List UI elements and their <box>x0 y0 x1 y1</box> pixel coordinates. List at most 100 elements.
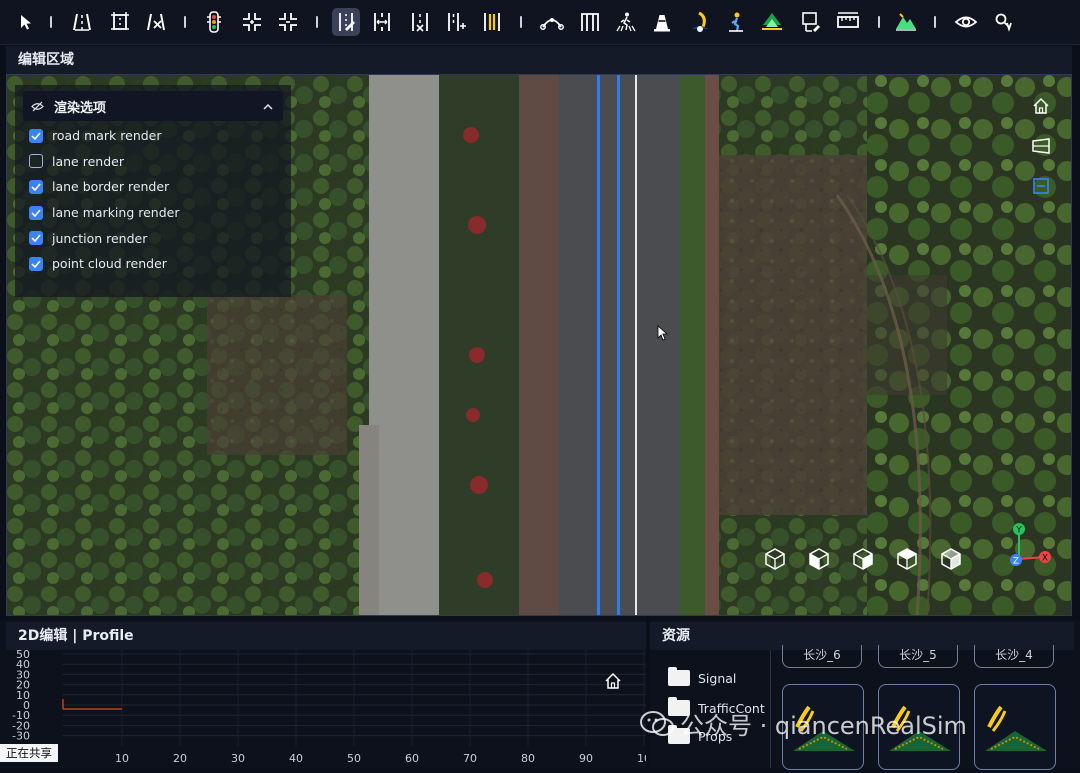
x-tick-label: 30 <box>231 752 245 765</box>
watermark-text: 公众号 · qiancenRealSim <box>680 712 967 740</box>
editor-area-header: 编辑区域 <box>6 46 1072 74</box>
resource-tag[interactable]: 长沙_4 <box>974 645 1054 668</box>
wechat-icon <box>640 710 674 738</box>
profile-home-icon[interactable] <box>604 672 622 694</box>
view-cube-back-icon[interactable] <box>939 547 963 571</box>
junction-add-icon[interactable] <box>238 8 266 36</box>
traffic-light-icon[interactable] <box>200 8 228 36</box>
checkbox-checked[interactable] <box>29 179 43 194</box>
axis-z-label: Z <box>1013 557 1019 567</box>
x-tick-label: 90 <box>579 752 593 765</box>
measure-icon[interactable] <box>834 8 862 36</box>
lane-width-icon[interactable] <box>368 8 396 36</box>
visibility-eye-icon[interactable] <box>952 8 980 36</box>
toolbar-separator <box>50 16 52 28</box>
toolbar-separator <box>934 16 936 28</box>
vegetation-icon[interactable] <box>758 8 786 36</box>
x-tick-label: 10 <box>637 752 646 765</box>
render-options-panel: 渲染选项 road mark render lane render lane b… <box>15 85 291 297</box>
checkbox-checked[interactable] <box>29 231 43 246</box>
traffic-cone-icon[interactable] <box>648 8 676 36</box>
eye-off-icon <box>31 101 44 112</box>
home-icon[interactable] <box>1029 97 1053 137</box>
main-toolbar <box>0 0 1080 45</box>
sign-edit-icon[interactable] <box>796 8 824 36</box>
map-viewport[interactable]: 渲染选项 road mark render lane render lane b… <box>6 74 1072 616</box>
perspective-view-icon[interactable] <box>1029 137 1053 177</box>
option-label: junction render <box>52 230 148 246</box>
checkbox-checked[interactable] <box>29 256 43 271</box>
toolbar-separator <box>184 16 186 28</box>
lane-border-line[interactable] <box>597 75 600 615</box>
view-cube-icon[interactable] <box>763 547 787 571</box>
lane-marking-icon[interactable] <box>478 8 506 36</box>
profile-header: 2D编辑 | Profile <box>6 622 646 650</box>
lane-edit-icon[interactable] <box>332 8 360 36</box>
toolbar-separator <box>520 16 522 28</box>
profile-panel: 2D编辑 | Profile 50 40 30 20 10 0 -10 -20 -30 10 20 3… <box>0 620 646 768</box>
x-tick-label: 20 <box>173 752 187 765</box>
checkbox-checked[interactable] <box>29 205 43 220</box>
road-icon[interactable] <box>68 8 96 36</box>
lane-split-icon[interactable] <box>406 8 434 36</box>
screen-sharing-badge: 正在共享 <box>0 744 58 762</box>
resource-tag[interactable]: 长沙_5 <box>878 645 958 668</box>
lane-marking-line <box>635 75 637 615</box>
option-lane-border-render[interactable]: lane border render <box>15 174 291 200</box>
profile-title: 2D编辑 | Profile <box>18 628 134 644</box>
view-controls <box>1029 97 1053 217</box>
option-label: road mark render <box>52 128 162 144</box>
render-options-title: 渲染选项 <box>54 100 107 116</box>
curve-edit-icon[interactable] <box>538 8 566 36</box>
axis-y-label: Y <box>1015 526 1022 536</box>
axis-gizmo[interactable]: Y X Z <box>1001 519 1057 571</box>
junction-edit-icon[interactable] <box>274 8 302 36</box>
folder-icon <box>668 667 690 686</box>
view-cube-side-icon[interactable] <box>851 547 875 571</box>
lamp-icon[interactable] <box>686 8 714 36</box>
option-lane-render[interactable]: lane render <box>15 149 291 175</box>
crosswalk-icon[interactable] <box>612 8 640 36</box>
option-point-cloud-render[interactable]: point cloud render <box>15 251 291 277</box>
resource-tag[interactable]: 长沙_6 <box>782 645 862 668</box>
editor-area-title: 编辑区域 <box>18 52 74 68</box>
watermark: 公众号 · qiancenRealSim <box>640 706 967 741</box>
pedestrian-icon[interactable] <box>722 8 750 36</box>
checkbox-unchecked[interactable] <box>29 154 43 169</box>
x-tick-label: 50 <box>347 752 361 765</box>
road-edit-icon[interactable] <box>106 8 134 36</box>
x-tick-label: 80 <box>521 752 535 765</box>
option-label: point cloud render <box>52 256 167 272</box>
lane-border-line[interactable] <box>617 75 620 615</box>
folder-label: Signal <box>698 670 737 686</box>
axis-x-label: X <box>1042 554 1048 564</box>
resources-title: 资源 <box>662 628 690 644</box>
option-lane-marking-render[interactable]: lane marking render <box>15 200 291 226</box>
select-cursor-icon[interactable] <box>12 8 40 36</box>
render-options-header[interactable]: 渲染选项 <box>23 91 283 121</box>
lane-add-icon[interactable] <box>442 8 470 36</box>
view-cube-front-icon[interactable] <box>807 547 831 571</box>
chevron-up-icon[interactable] <box>263 103 273 110</box>
profile-chart[interactable]: 50403020100-10-20-3010203040506070809010 <box>0 650 646 768</box>
toolbar-separator <box>316 16 318 28</box>
orthographic-view-icon[interactable] <box>1029 177 1053 217</box>
folder-signal[interactable]: Signal <box>668 667 737 686</box>
checkbox-checked[interactable] <box>29 128 43 143</box>
x-tick-label: 70 <box>463 752 477 765</box>
view-cube-top-icon[interactable] <box>895 547 919 571</box>
terrain-icon[interactable] <box>892 8 920 36</box>
gate-icon[interactable] <box>576 8 604 36</box>
street-lamp-thumbnail-icon <box>985 705 1047 751</box>
option-road-mark-render[interactable]: road mark render <box>15 123 291 149</box>
x-tick-label: 10 <box>115 752 129 765</box>
option-junction-render[interactable]: junction render <box>15 225 291 251</box>
road-delete-icon[interactable] <box>142 8 170 36</box>
option-label: lane border render <box>52 179 170 195</box>
resource-card[interactable] <box>974 684 1056 770</box>
y-tick-label: -30 <box>12 730 30 743</box>
x-tick-label: 60 <box>405 752 419 765</box>
mouse-cursor-icon <box>657 325 669 341</box>
link-icon[interactable] <box>990 8 1018 36</box>
option-label: lane marking render <box>52 205 180 221</box>
